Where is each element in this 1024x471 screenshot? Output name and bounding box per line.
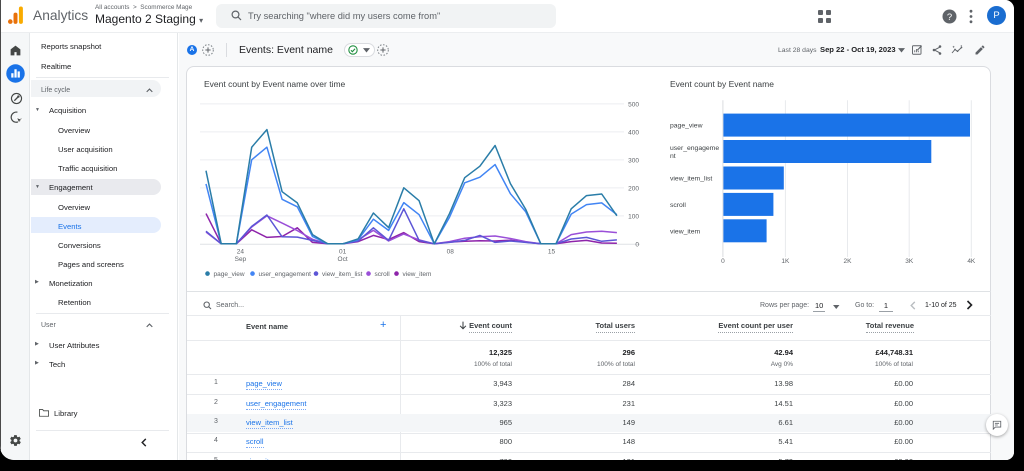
svg-text:400: 400 xyxy=(628,129,639,136)
svg-text:scroll: scroll xyxy=(670,202,686,209)
svg-text:3K: 3K xyxy=(905,258,914,265)
svg-text:nt: nt xyxy=(670,153,676,160)
svg-text:4K: 4K xyxy=(967,258,976,265)
svg-text:100: 100 xyxy=(628,213,639,220)
svg-text:view_item: view_item xyxy=(670,228,701,235)
svg-text:200: 200 xyxy=(628,185,639,192)
svg-text:0: 0 xyxy=(635,241,639,248)
svg-text:view_item: view_item xyxy=(403,271,432,278)
svg-text:01: 01 xyxy=(339,249,347,256)
svg-text:08: 08 xyxy=(447,249,455,256)
svg-text:Oct: Oct xyxy=(338,256,348,263)
svg-text:24: 24 xyxy=(237,249,245,256)
svg-text:?: ? xyxy=(947,12,952,23)
svg-text:page_view: page_view xyxy=(670,123,703,130)
svg-text:page_view: page_view xyxy=(214,271,245,278)
svg-text:1K: 1K xyxy=(781,258,790,265)
svg-text:scroll: scroll xyxy=(375,271,391,278)
svg-text:0: 0 xyxy=(721,258,725,265)
svg-text:15: 15 xyxy=(548,249,556,256)
svg-text:500: 500 xyxy=(628,101,639,108)
svg-text:view_item_list: view_item_list xyxy=(322,271,363,278)
svg-text:view_item_list: view_item_list xyxy=(670,176,712,183)
svg-text:user_engageme: user_engageme xyxy=(670,145,719,152)
svg-text:300: 300 xyxy=(628,157,639,164)
svg-text:Sep: Sep xyxy=(235,256,247,263)
svg-text:2K: 2K xyxy=(844,258,853,265)
svg-text:user_engagement: user_engagement xyxy=(259,271,312,278)
